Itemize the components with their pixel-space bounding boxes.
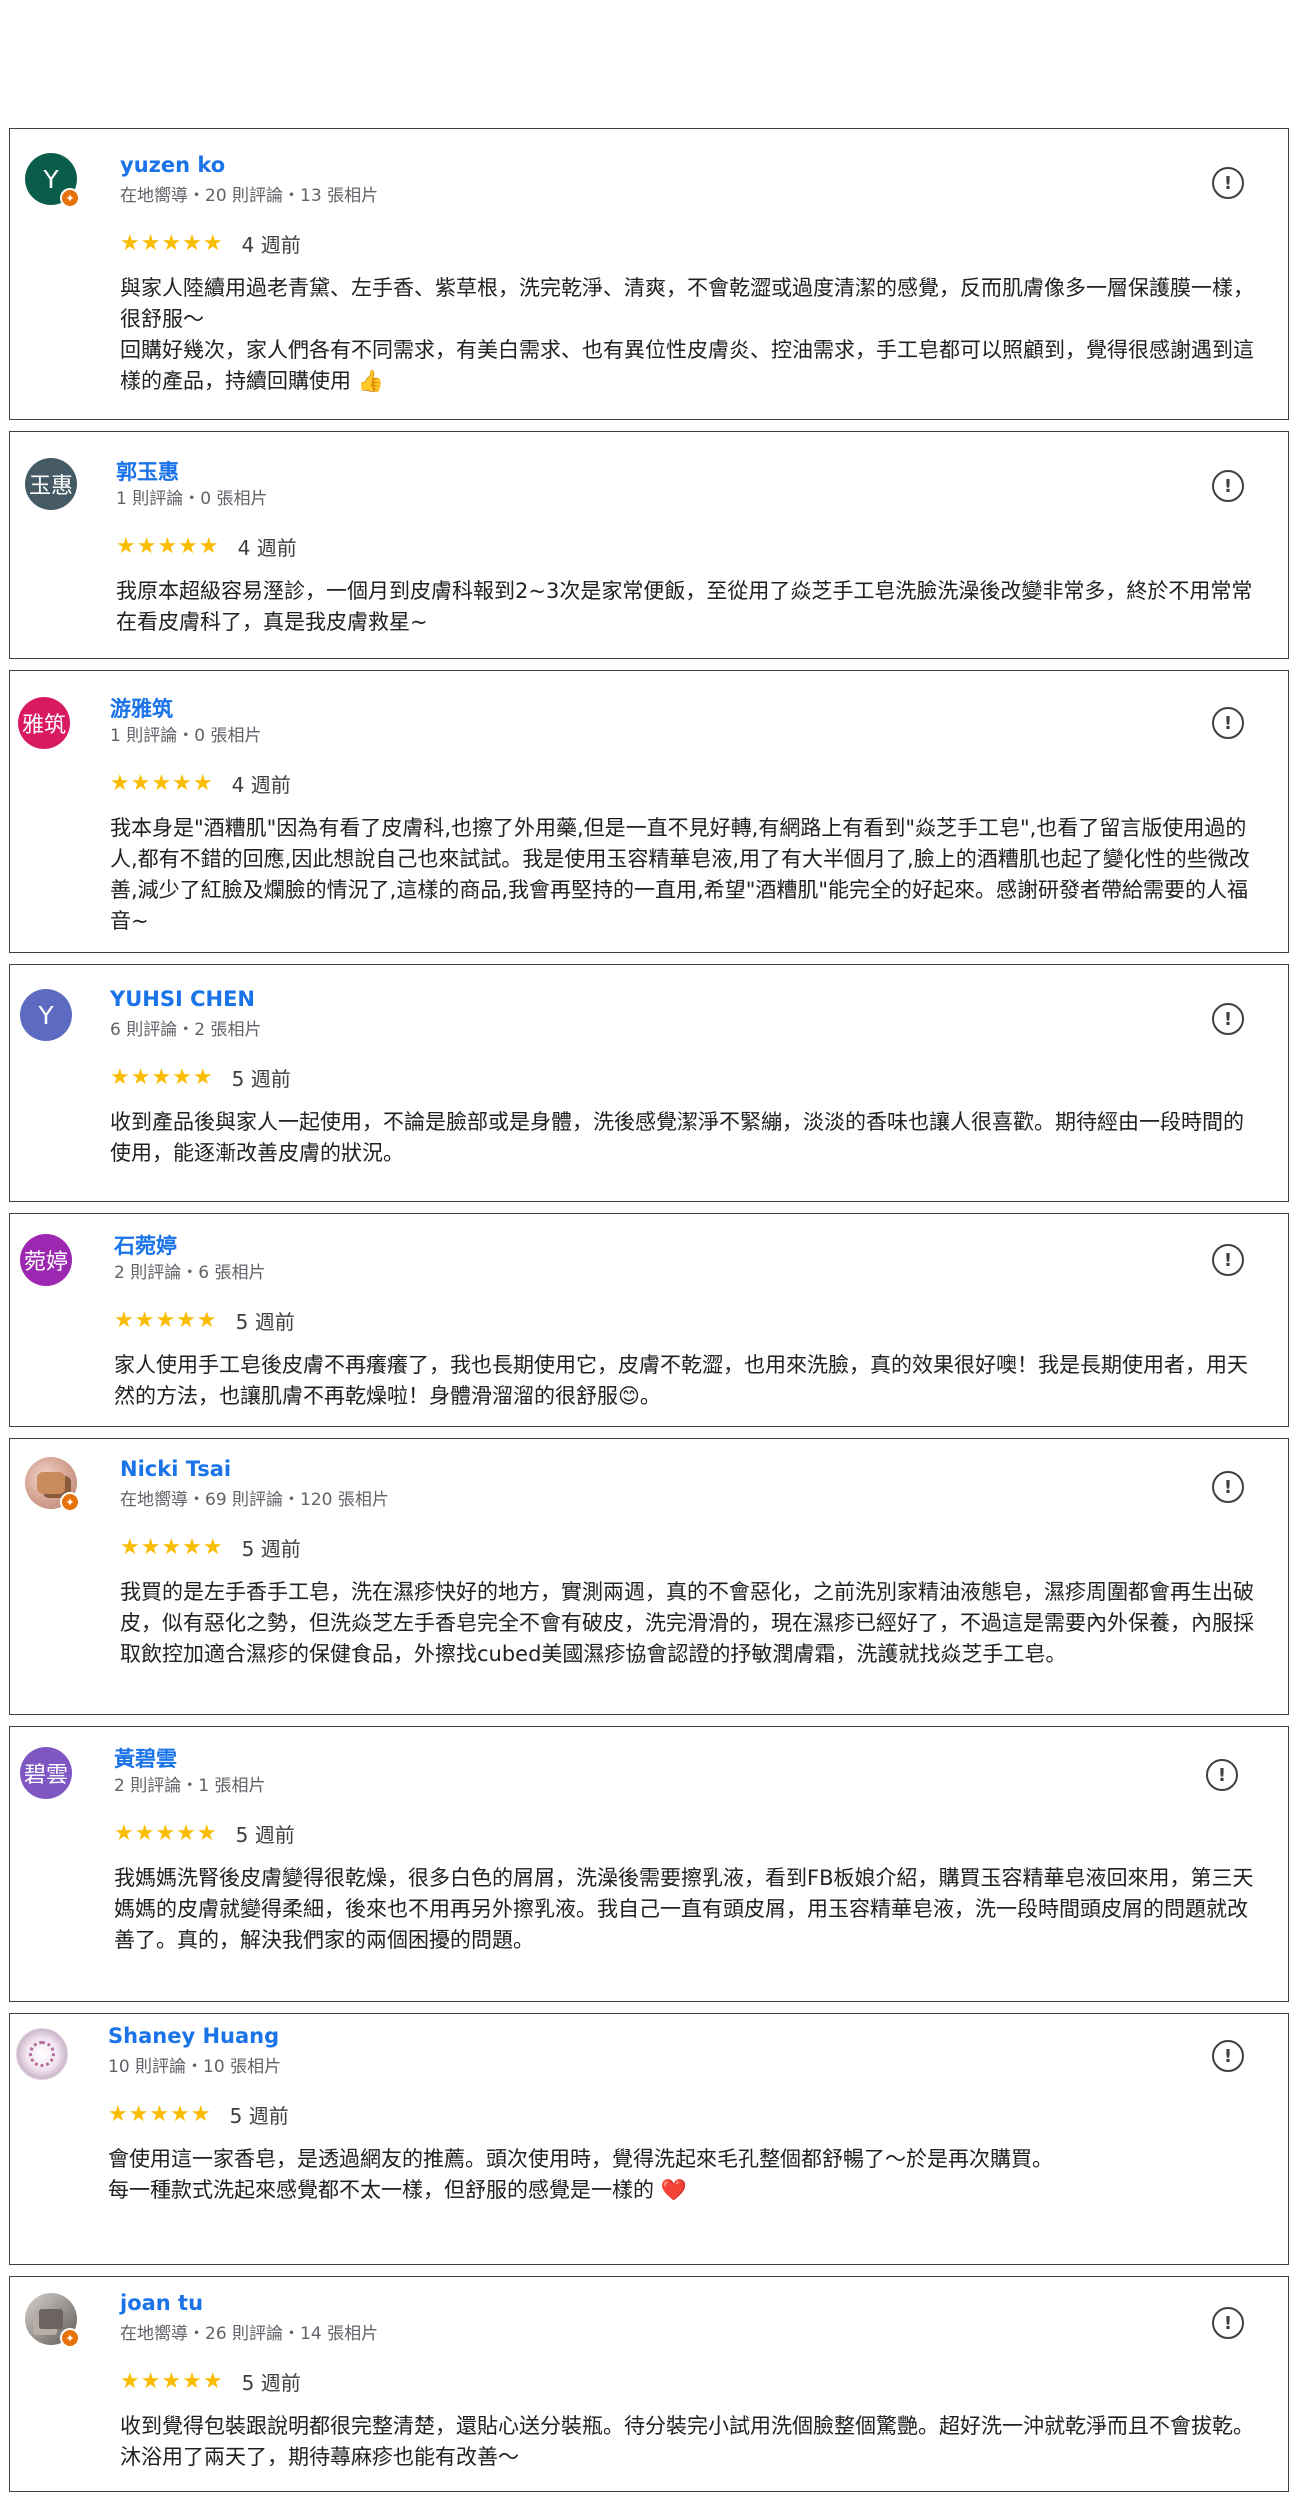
star-rating: ★★★★★ bbox=[120, 2369, 224, 2394]
review-date: 4 週前 bbox=[241, 233, 301, 257]
local-guide-badge-icon: ✦ bbox=[60, 1492, 80, 1512]
review-card: 雅筑 游雅筑 1 則評論・0 張相片 ! ★★★★★ 4 週前 我本身是"酒糟肌… bbox=[9, 670, 1289, 953]
star-rating: ★★★★★ bbox=[114, 1821, 218, 1846]
reviewer-name[interactable]: Shaney Huang bbox=[108, 2024, 279, 2048]
star-rating: ★★★★★ bbox=[110, 771, 214, 796]
reviewer-name[interactable]: yuzen ko bbox=[120, 153, 225, 177]
reviewer-name[interactable]: 游雅筑 bbox=[110, 693, 173, 723]
rating-row: ★★★★★ 5 週前 bbox=[108, 2100, 289, 2129]
rating-row: ★★★★★ 5 週前 bbox=[120, 1533, 301, 1562]
report-flag-icon[interactable]: ! bbox=[1212, 470, 1244, 502]
review-card: 玉惠 郭玉惠 1 則評論・0 張相片 ! ★★★★★ 4 週前 我原本超級容易溼… bbox=[9, 431, 1289, 659]
star-rating: ★★★★★ bbox=[120, 231, 224, 256]
rating-row: ★★★★★ 4 週前 bbox=[116, 532, 297, 561]
star-rating: ★★★★★ bbox=[120, 1535, 224, 1560]
review-date: 4 週前 bbox=[231, 773, 291, 797]
review-text: 我媽媽洗腎後皮膚變得很乾燥，很多白色的屑屑，洗澡後需要擦乳液，看到FB板娘介紹，… bbox=[114, 1866, 1254, 1952]
reviewer-avatar[interactable]: ✦ bbox=[25, 2293, 80, 2348]
rating-row: ★★★★★ 5 週前 bbox=[114, 1819, 295, 1848]
avatar-initial: 雅筑 bbox=[21, 713, 66, 738]
review-text: 我原本超級容易溼診，一個月到皮膚科報到2~3次是家常便飯，至從用了焱芝手工皂洗臉… bbox=[116, 579, 1253, 634]
reviewer-meta: 1 則評論・0 張相片 bbox=[110, 726, 262, 746]
reviewer-avatar[interactable]: 菀婷 bbox=[20, 1234, 72, 1286]
reviewer-meta: 在地嚮導・20 則評論・13 張相片 bbox=[120, 186, 379, 206]
rating-row: ★★★★★ 5 週前 bbox=[110, 1063, 291, 1092]
review-card: 菀婷 石菀婷 2 則評論・6 張相片 ! ★★★★★ 5 週前 家人使用手工皂後… bbox=[9, 1213, 1289, 1427]
avatar-photo bbox=[29, 2041, 55, 2067]
review-text: 與家人陸續用過老青黛、左手香、紫草根，洗完乾淨、清爽，不會乾澀或過度清潔的感覺，… bbox=[120, 276, 1254, 393]
review-text: 收到覺得包裝跟說明都很完整清楚，還貼心送分裝瓶。待分裝完小試用洗個臉整個驚艷。超… bbox=[120, 2414, 1254, 2469]
review-text: 會使用這一家香皂，是透過網友的推薦。頭次使用時，覺得洗起來毛孔整個都舒暢了～於是… bbox=[108, 2147, 1053, 2202]
review-date: 5 週前 bbox=[241, 1537, 301, 1561]
reviewer-name[interactable]: 石菀婷 bbox=[114, 1230, 177, 1260]
rating-row: ★★★★★ 4 週前 bbox=[110, 769, 291, 798]
avatar-photo bbox=[39, 2309, 63, 2329]
avatar-initial: 碧雲 bbox=[23, 1763, 68, 1788]
reviewer-name[interactable]: 黃碧雲 bbox=[114, 1743, 177, 1773]
reviewer-avatar[interactable] bbox=[16, 2028, 68, 2080]
review-text: 我本身是"酒糟肌"因為有看了皮膚科,也擦了外用藥,但是一直不見好轉,有網路上有看… bbox=[110, 816, 1250, 933]
reviewer-avatar[interactable]: 碧雲 bbox=[20, 1747, 72, 1799]
review-card: Y ✦ yuzen ko 在地嚮導・20 則評論・13 張相片 ! ★★★★★ … bbox=[9, 128, 1289, 420]
star-rating: ★★★★★ bbox=[108, 2102, 212, 2127]
review-date: 4 週前 bbox=[237, 536, 297, 560]
reviewer-meta: 1 則評論・0 張相片 bbox=[116, 489, 268, 509]
review-card: Y YUHSI CHEN 6 則評論・2 張相片 ! ★★★★★ 5 週前 收到… bbox=[9, 964, 1289, 1202]
reviewer-meta: 6 則評論・2 張相片 bbox=[110, 1020, 262, 1040]
review-date: 5 週前 bbox=[229, 2104, 289, 2128]
review-date: 5 週前 bbox=[231, 1067, 291, 1091]
review-card: Shaney Huang 10 則評論・10 張相片 ! ★★★★★ 5 週前 … bbox=[9, 2013, 1289, 2265]
review-date: 5 週前 bbox=[235, 1823, 295, 1847]
rating-row: ★★★★★ 5 週前 bbox=[114, 1306, 295, 1335]
reviewer-name[interactable]: Nicki Tsai bbox=[120, 1457, 231, 1481]
review-date: 5 週前 bbox=[235, 1310, 295, 1334]
reviewer-avatar[interactable]: ✦ bbox=[25, 1457, 80, 1512]
avatar-photo bbox=[37, 1472, 65, 1494]
report-flag-icon[interactable]: ! bbox=[1212, 2040, 1244, 2072]
report-flag-icon[interactable]: ! bbox=[1212, 167, 1244, 199]
review-text: 收到產品後與家人一起使用，不論是臉部或是身體，洗後感覺潔淨不緊繃，淡淡的香味也讓… bbox=[110, 1110, 1244, 1165]
reviewer-avatar[interactable]: 雅筑 bbox=[18, 697, 70, 749]
reviewer-meta: 在地嚮導・26 則評論・14 張相片 bbox=[120, 2324, 379, 2344]
review-card: 碧雲 黃碧雲 2 則評論・1 張相片 ! ★★★★★ 5 週前 我媽媽洗腎後皮膚… bbox=[9, 1726, 1289, 2002]
report-flag-icon[interactable]: ! bbox=[1212, 1471, 1244, 1503]
report-flag-icon[interactable]: ! bbox=[1212, 707, 1244, 739]
avatar-initial: Y bbox=[43, 164, 59, 194]
reviewer-name[interactable]: YUHSI CHEN bbox=[110, 987, 255, 1011]
star-rating: ★★★★★ bbox=[116, 534, 220, 559]
review-date: 5 週前 bbox=[241, 2371, 301, 2395]
reviewer-name[interactable]: 郭玉惠 bbox=[116, 456, 179, 486]
rating-row: ★★★★★ 5 週前 bbox=[120, 2367, 301, 2396]
reviewer-meta: 2 則評論・6 張相片 bbox=[114, 1263, 266, 1283]
report-flag-icon[interactable]: ! bbox=[1212, 1003, 1244, 1035]
review-card: ✦ Nicki Tsai 在地嚮導・69 則評論・120 張相片 ! ★★★★★… bbox=[9, 1438, 1289, 1715]
reviewer-meta: 2 則評論・1 張相片 bbox=[114, 1776, 266, 1796]
reviewer-avatar[interactable]: Y ✦ bbox=[25, 153, 80, 208]
report-flag-icon[interactable]: ! bbox=[1206, 1759, 1238, 1791]
rating-row: ★★★★★ 4 週前 bbox=[120, 229, 301, 258]
reviewer-avatar[interactable]: 玉惠 bbox=[25, 458, 77, 510]
report-flag-icon[interactable]: ! bbox=[1212, 1244, 1244, 1276]
avatar-initial: Y bbox=[38, 1000, 54, 1030]
review-text: 我買的是左手香手工皂，洗在濕疹快好的地方，實測兩週，真的不會惡化，之前洗別家精油… bbox=[120, 1580, 1254, 1666]
review-card: ✦ joan tu 在地嚮導・26 則評論・14 張相片 ! ★★★★★ 5 週… bbox=[9, 2276, 1289, 2492]
reviewer-meta: 在地嚮導・69 則評論・120 張相片 bbox=[120, 1490, 389, 1510]
reviewer-name[interactable]: joan tu bbox=[120, 2291, 203, 2315]
local-guide-badge-icon: ✦ bbox=[60, 188, 80, 208]
report-flag-icon[interactable]: ! bbox=[1212, 2307, 1244, 2339]
star-rating: ★★★★★ bbox=[110, 1065, 214, 1090]
avatar-initial: 菀婷 bbox=[23, 1250, 68, 1275]
reviewer-meta: 10 則評論・10 張相片 bbox=[108, 2057, 282, 2077]
avatar-initial: 玉惠 bbox=[28, 474, 73, 499]
star-rating: ★★★★★ bbox=[114, 1308, 218, 1333]
reviewer-avatar[interactable]: Y bbox=[20, 989, 72, 1041]
local-guide-badge-icon: ✦ bbox=[60, 2328, 80, 2348]
review-text: 家人使用手工皂後皮膚不再癢癢了，我也長期使用它，皮膚不乾澀，也用來洗臉，真的效果… bbox=[114, 1353, 1248, 1408]
